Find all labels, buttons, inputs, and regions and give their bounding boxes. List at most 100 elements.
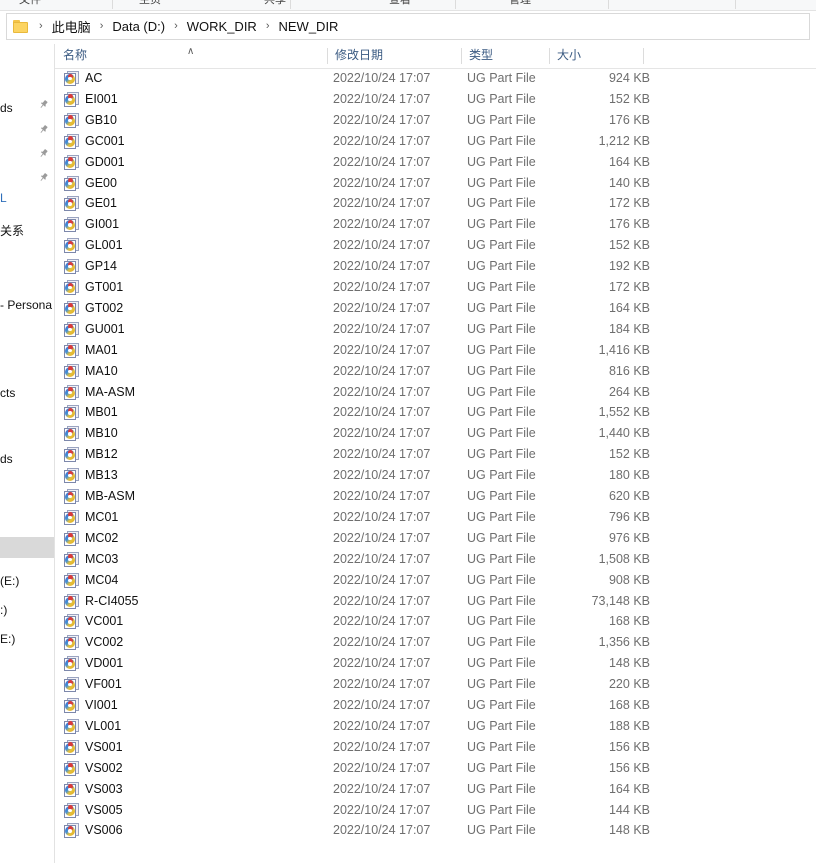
table-row[interactable]: VC002 2022/10/24 17:07 UG Part File 1,356 K… bbox=[55, 632, 816, 653]
table-row[interactable]: GL001 2022/10/24 17:07 UG Part File 152 KB bbox=[55, 235, 816, 256]
nav-item-7[interactable]: (E:) bbox=[0, 570, 55, 591]
column-divider-3[interactable] bbox=[549, 48, 550, 64]
cell-size: 1,440 KB bbox=[598, 426, 650, 441]
table-row[interactable]: MB13 2022/10/24 17:07 UG Part File 180 KB bbox=[55, 465, 816, 486]
nav-item-2[interactable]: 关系 bbox=[0, 220, 55, 241]
ribbon-tab-3[interactable]: 查看 bbox=[370, 0, 430, 9]
table-row[interactable]: GP14 2022/10/24 17:07 UG Part File 192 KB bbox=[55, 256, 816, 277]
table-row[interactable]: MC04 2022/10/24 17:07 UG Part File 908 KB bbox=[55, 570, 816, 591]
table-row[interactable]: GT002 2022/10/24 17:07 UG Part File 164 KB bbox=[55, 298, 816, 319]
cell-date: 2022/10/24 17:07 bbox=[333, 405, 431, 420]
cell-name: GE00 bbox=[85, 175, 117, 190]
pin-icon[interactable] bbox=[38, 99, 49, 110]
table-row[interactable]: GI001 2022/10/24 17:07 UG Part File 176 KB bbox=[55, 214, 816, 235]
nav-item-1[interactable]: L bbox=[0, 187, 55, 208]
column-header-size[interactable]: 大小 bbox=[549, 44, 643, 67]
cell-size: 816 KB bbox=[608, 363, 650, 378]
nav-item-5[interactable]: ds bbox=[0, 448, 55, 469]
table-row[interactable]: GU001 2022/10/24 17:07 UG Part File 184 KB bbox=[55, 319, 816, 340]
file-list-pane[interactable]: 名称 ∧ 修改日期 类型 大小 AC 2022/10/24 17:07 UG Part Fi… bbox=[55, 44, 816, 863]
table-row[interactable]: MC01 2022/10/24 17:07 UG Part File 796 KB bbox=[55, 507, 816, 528]
table-row[interactable]: VF001 2022/10/24 17:07 UG Part File 220 KB bbox=[55, 674, 816, 695]
cell-size: 156 KB bbox=[608, 739, 650, 754]
table-row[interactable]: MC03 2022/10/24 17:07 UG Part File 1,508 KB bbox=[55, 549, 816, 570]
breadcrumb-item-1[interactable]: Data (D:) bbox=[110, 18, 167, 35]
pin-icon[interactable] bbox=[38, 172, 49, 183]
column-header-date[interactable]: 修改日期 bbox=[327, 44, 461, 67]
cell-date: 2022/10/24 17:07 bbox=[333, 489, 431, 503]
table-row[interactable]: R-CI4055 2022/10/24 17:07 UG Part File 73,1… bbox=[55, 591, 816, 612]
address-bar[interactable]: › 此电脑 › Data (D:) › WORK_DIR › NEW_DIR bbox=[6, 13, 810, 40]
cell-date: 2022/10/24 17:07 bbox=[333, 760, 431, 775]
table-row[interactable]: MA10 2022/10/24 17:07 UG Part File 816 KB bbox=[55, 361, 816, 382]
table-row[interactable]: VS003 2022/10/24 17:07 UG Part File 164 KB bbox=[55, 779, 816, 800]
cell-date: 2022/10/24 17:07 bbox=[333, 677, 431, 692]
ug-part-file-icon bbox=[64, 154, 80, 170]
ug-part-file-icon bbox=[64, 468, 80, 484]
cell-date: 2022/10/24 17:07 bbox=[333, 300, 431, 315]
cell-size: 168 KB bbox=[608, 698, 650, 712]
ribbon-tab-0[interactable]: 文件 bbox=[0, 0, 60, 9]
table-row[interactable]: MA-ASM 2022/10/24 17:07 UG Part File 264 KB bbox=[55, 382, 816, 403]
cell-date: 2022/10/24 17:07 bbox=[333, 238, 431, 253]
cell-name: GT001 bbox=[85, 280, 124, 294]
cell-name: GC001 bbox=[85, 133, 125, 148]
table-row[interactable]: EI001 2022/10/24 17:07 UG Part File 152 KB bbox=[55, 89, 816, 110]
nav-item-8[interactable]: :) bbox=[0, 599, 55, 620]
table-row[interactable]: MA01 2022/10/24 17:07 UG Part File 1,416 KB bbox=[55, 340, 816, 361]
table-row[interactable]: MB-ASM 2022/10/24 17:07 UG Part File 620 KB bbox=[55, 486, 816, 507]
table-row[interactable]: GB10 2022/10/24 17:07 UG Part File 176 KB bbox=[55, 110, 816, 131]
cell-date: 2022/10/24 17:07 bbox=[333, 656, 431, 671]
table-row[interactable]: VC001 2022/10/24 17:07 UG Part File 168 KB bbox=[55, 611, 816, 632]
column-divider-1[interactable] bbox=[327, 48, 328, 64]
table-row[interactable]: GT001 2022/10/24 17:07 UG Part File 172 KB bbox=[55, 277, 816, 298]
ribbon-tab-4[interactable]: 管理 bbox=[490, 0, 550, 9]
table-row[interactable]: GD001 2022/10/24 17:07 UG Part File 164 KB bbox=[55, 152, 816, 173]
table-row[interactable]: VI001 2022/10/24 17:07 UG Part File 168 KB bbox=[55, 695, 816, 716]
table-row[interactable]: MB10 2022/10/24 17:07 UG Part File 1,440 KB bbox=[55, 423, 816, 444]
table-row[interactable]: MB12 2022/10/24 17:07 UG Part File 152 KB bbox=[55, 444, 816, 465]
table-row[interactable]: VS002 2022/10/24 17:07 UG Part File 156 KB bbox=[55, 758, 816, 779]
ribbon-tab-1[interactable]: 主页 bbox=[120, 0, 180, 9]
table-row[interactable]: VS005 2022/10/24 17:07 UG Part File 144 KB bbox=[55, 800, 816, 821]
breadcrumb-separator-1: › bbox=[99, 20, 104, 32]
cell-type: UG Part File bbox=[467, 760, 536, 775]
table-row[interactable]: VS001 2022/10/24 17:07 UG Part File 156 KB bbox=[55, 737, 816, 758]
cell-size: 924 KB bbox=[608, 71, 650, 85]
file-rows-container[interactable]: AC 2022/10/24 17:07 UG Part File 924 KB EI00… bbox=[55, 68, 816, 863]
cell-name: MB13 bbox=[85, 468, 118, 483]
navigation-pane[interactable]: ds L 关系 - Persona cts ds (E:):) E:) bbox=[0, 44, 55, 863]
column-header-type[interactable]: 类型 bbox=[461, 44, 549, 67]
cell-size: 176 KB bbox=[608, 217, 650, 232]
table-row[interactable]: VL001 2022/10/24 17:07 UG Part File 188 KB bbox=[55, 716, 816, 737]
table-row[interactable]: MB01 2022/10/24 17:07 UG Part File 1,552 KB bbox=[55, 402, 816, 423]
table-row[interactable]: GC001 2022/10/24 17:07 UG Part File 1,212 K… bbox=[55, 131, 816, 152]
ug-part-file-icon bbox=[64, 572, 80, 588]
nav-item-9[interactable]: E:) bbox=[0, 628, 55, 649]
table-row[interactable]: GE01 2022/10/24 17:07 UG Part File 172 KB bbox=[55, 193, 816, 214]
cell-name: GU001 bbox=[85, 321, 125, 336]
column-divider-2[interactable] bbox=[461, 48, 462, 64]
ug-part-file-icon bbox=[64, 635, 80, 651]
breadcrumb-item-2[interactable]: WORK_DIR bbox=[185, 18, 259, 35]
breadcrumb-item-3[interactable]: NEW_DIR bbox=[277, 18, 341, 35]
cell-type: UG Part File bbox=[467, 154, 536, 169]
table-row[interactable]: GE00 2022/10/24 17:07 UG Part File 140 KB bbox=[55, 173, 816, 194]
pin-icon[interactable] bbox=[38, 148, 49, 159]
ug-part-file-icon bbox=[64, 363, 80, 379]
table-row[interactable]: VS006 2022/10/24 17:07 UG Part File 148 KB bbox=[55, 820, 816, 841]
nav-item-4[interactable]: cts bbox=[0, 382, 55, 403]
ribbon-tab-2[interactable]: 共享 bbox=[245, 0, 305, 9]
ug-part-file-icon bbox=[64, 677, 80, 693]
table-row[interactable]: MC02 2022/10/24 17:07 UG Part File 976 KB bbox=[55, 528, 816, 549]
nav-item-3[interactable]: - Persona bbox=[0, 294, 55, 315]
pin-icon[interactable] bbox=[38, 124, 49, 135]
table-row[interactable]: AC 2022/10/24 17:07 UG Part File 924 KB bbox=[55, 68, 816, 89]
column-divider-end[interactable] bbox=[643, 48, 644, 64]
nav-item-label: 关系 bbox=[0, 224, 25, 238]
breadcrumb-item-0[interactable]: 此电脑 bbox=[50, 16, 93, 37]
nav-item-6[interactable] bbox=[0, 537, 55, 558]
file-explorer-window: 文件 主页 共享 查看 管理 › 此电脑 › Data (D:) › WORK_DIR › NEW_D… bbox=[0, 0, 816, 863]
cell-size: 264 KB bbox=[608, 384, 650, 399]
table-row[interactable]: VD001 2022/10/24 17:07 UG Part File 148 KB bbox=[55, 653, 816, 674]
